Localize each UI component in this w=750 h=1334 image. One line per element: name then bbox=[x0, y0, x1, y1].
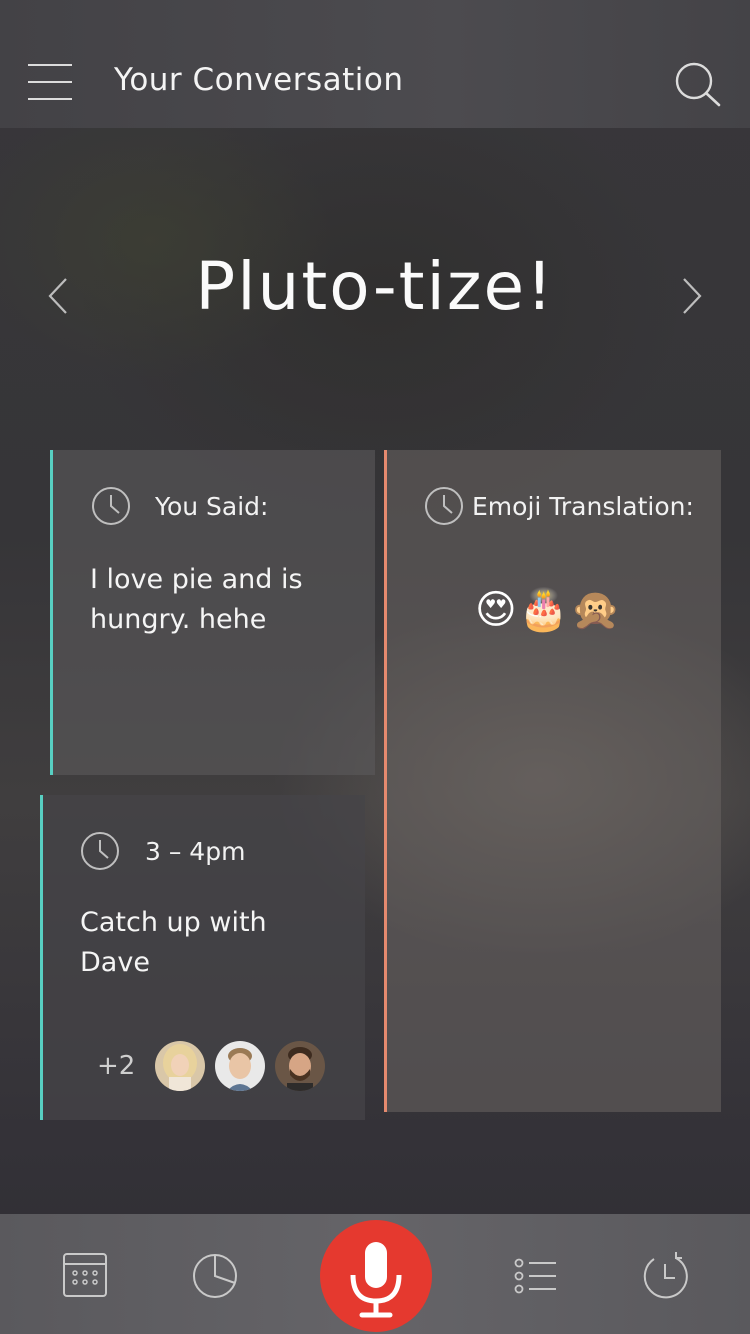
top-app-bar: Your Conversation bbox=[0, 0, 750, 128]
emoji-translation-label: Emoji Translation: bbox=[472, 492, 694, 521]
emoji-translation-output: 😍🎂🙊 bbox=[475, 587, 623, 633]
clock-icon bbox=[81, 832, 119, 870]
extra-attendees-count: +2 bbox=[97, 1051, 136, 1081]
hero-title: Pluto-tize! bbox=[195, 248, 555, 325]
microphone-button[interactable] bbox=[320, 1220, 432, 1332]
pie-chart-icon[interactable] bbox=[188, 1248, 244, 1304]
avatar[interactable] bbox=[155, 1041, 205, 1091]
you-said-card[interactable]: You Said: I love pie and is hungry. hehe bbox=[50, 450, 375, 775]
list-icon[interactable] bbox=[508, 1248, 564, 1304]
event-card[interactable]: 3 – 4pm Catch up with Dave +2 bbox=[40, 795, 365, 1120]
event-title: Catch up with Dave bbox=[80, 907, 267, 978]
emoji-translation-card[interactable]: Emoji Translation: 😍🎂🙊 bbox=[384, 450, 721, 1112]
hamburger-menu-icon[interactable] bbox=[28, 64, 72, 102]
event-time: 3 – 4pm bbox=[145, 837, 246, 866]
clock-icon bbox=[92, 487, 130, 525]
calendar-grid-icon[interactable] bbox=[58, 1248, 114, 1304]
bottom-navigation bbox=[0, 1214, 750, 1334]
clock-icon bbox=[425, 487, 463, 525]
you-said-text: I love pie and is hungry. hehe bbox=[90, 564, 303, 635]
microphone-icon bbox=[350, 1242, 402, 1318]
search-icon[interactable] bbox=[672, 60, 724, 110]
avatar[interactable] bbox=[275, 1041, 325, 1091]
you-said-label: You Said: bbox=[155, 492, 269, 521]
avatar[interactable] bbox=[215, 1041, 265, 1091]
page-title: Your Conversation bbox=[114, 62, 404, 98]
chevron-right-icon[interactable] bbox=[678, 276, 704, 316]
history-icon[interactable] bbox=[638, 1248, 694, 1304]
